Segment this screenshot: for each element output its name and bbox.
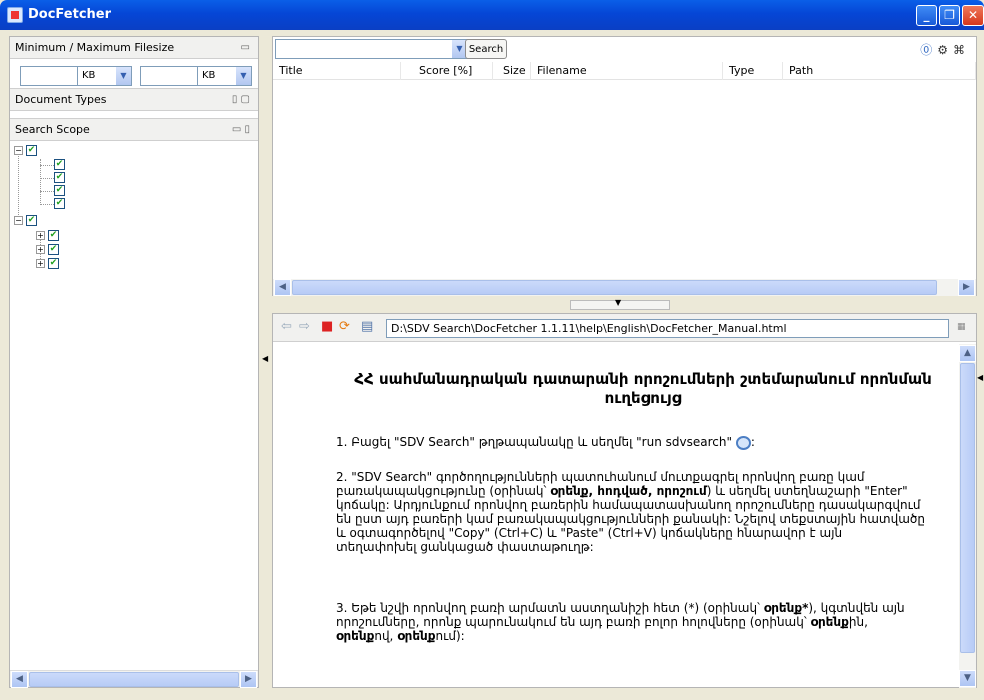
max-filesize-input[interactable] xyxy=(140,66,198,86)
text-mode-icon[interactable]: ▤ xyxy=(361,320,373,334)
tree-node[interactable]: ✔ xyxy=(54,158,68,172)
restore-section-icon[interactable]: ▯ ▢ xyxy=(232,89,250,111)
scroll-down-icon[interactable]: ▼ xyxy=(959,670,976,687)
scope-header: Search Scope ▭ ▯ xyxy=(10,119,258,141)
column-type[interactable]: Type xyxy=(723,62,783,80)
section-controls-icon[interactable]: ▭ ▯ xyxy=(232,119,250,141)
refresh-icon[interactable]: ⟳ xyxy=(339,320,350,334)
column-filename[interactable]: Filename xyxy=(531,62,723,80)
preview-splitter[interactable]: ▼ xyxy=(570,298,670,310)
expand-icon[interactable]: + xyxy=(36,231,45,240)
scrollbar-thumb[interactable] xyxy=(29,672,239,687)
column-path[interactable]: Path xyxy=(783,62,976,80)
min-unit-value: KB xyxy=(82,70,96,81)
column-score[interactable]: Score [%] xyxy=(401,62,493,80)
min-filesize-input[interactable] xyxy=(20,66,78,86)
collapse-down-icon[interactable]: ▼ xyxy=(615,298,621,307)
address-field[interactable]: D:\SDV Search\DocFetcher 1.1.11\help\Eng… xyxy=(386,319,949,338)
tree-node[interactable]: − ✔ xyxy=(14,214,40,228)
paragraph-1: 1. Բացել "SDV Search" թղթապանակը և սեղմե… xyxy=(336,435,755,450)
max-unit-value: KB xyxy=(202,70,216,81)
preview-toolbar: ⇦ ⇨ ■ ⟳ ▤ D:\SDV Search\DocFetcher 1.1.1… xyxy=(273,314,976,342)
back-arrow-icon[interactable]: ⇦ xyxy=(281,320,292,334)
expand-icon[interactable]: + xyxy=(36,259,45,268)
collapse-icon[interactable]: − xyxy=(14,146,23,155)
max-unit-select[interactable]: KB ▼ xyxy=(197,66,252,86)
minimize-section-icon[interactable]: ▭ xyxy=(241,37,250,59)
tree-node[interactable]: + ✔ xyxy=(36,257,62,271)
doctypes-header-label: Document Types xyxy=(15,93,107,106)
checkbox-checked-icon[interactable]: ✔ xyxy=(26,145,37,156)
chevron-down-icon[interactable]: ▼ xyxy=(236,67,251,85)
tree-node[interactable]: + ✔ xyxy=(36,229,62,243)
close-button[interactable]: ✕ xyxy=(962,5,984,26)
results-table-header: Title Score [%] Size Filename Type Path xyxy=(273,62,976,80)
checkbox-checked-icon[interactable]: ✔ xyxy=(26,215,37,226)
compact-view-icon[interactable]: ⌘ xyxy=(953,43,970,57)
collapse-right-icon[interactable]: ◀ xyxy=(977,373,983,382)
search-input[interactable]: ▼ xyxy=(275,39,468,59)
doctypes-section xyxy=(10,111,258,119)
filesize-header: Minimum / Maximum Filesize ▭ xyxy=(10,37,258,59)
scroll-left-icon[interactable]: ◀ xyxy=(11,671,28,688)
preview-pane: ⇦ ⇨ ■ ⟳ ▤ D:\SDV Search\DocFetcher 1.1.1… xyxy=(272,313,977,688)
expand-icon[interactable]: + xyxy=(36,245,45,254)
checkbox-checked-icon[interactable]: ✔ xyxy=(48,230,59,241)
magnifier-icon xyxy=(735,435,751,450)
scroll-left-icon[interactable]: ◀ xyxy=(274,279,291,296)
column-title[interactable]: Title xyxy=(273,62,401,80)
document-viewer: ՀՀ սահմանադրական դատարանի որոշումների շտ… xyxy=(273,344,958,689)
doctypes-header[interactable]: Document Types ▯ ▢ xyxy=(10,89,258,111)
tree-node[interactable]: ✔ xyxy=(54,171,68,185)
checkbox-checked-icon[interactable]: ✔ xyxy=(48,244,59,255)
results-toolbar: ⓪⚙⌘ xyxy=(920,41,970,58)
tree-node[interactable]: − ✔ xyxy=(14,144,40,158)
left-horizontal-scrollbar[interactable]: ◀ ▶ xyxy=(10,670,258,688)
paragraph-3: 3. Եթե նշվի որոնվող բառի արմատն աստղանիշ… xyxy=(336,601,905,643)
settings-icon[interactable]: ⚙ xyxy=(937,43,953,57)
window-title: DocFetcher xyxy=(28,7,112,22)
maximize-button[interactable]: ❐ xyxy=(939,5,960,26)
app-logo-icon xyxy=(7,7,23,23)
help-icon[interactable]: ⓪ xyxy=(920,43,937,57)
preview-vertical-scrollbar[interactable]: ▲ ▼ xyxy=(959,344,976,688)
checkbox-checked-icon[interactable]: ✔ xyxy=(48,258,59,269)
checkbox-checked-icon[interactable]: ✔ xyxy=(54,159,65,170)
scroll-right-icon[interactable]: ▶ xyxy=(240,671,257,688)
chevron-down-icon[interactable]: ▼ xyxy=(116,67,131,85)
window-titlebar: DocFetcher _ ❐ ✕ xyxy=(0,0,984,30)
manual-heading: ՀՀ սահմանադրական դատարանի որոշումների շտ… xyxy=(354,370,932,407)
html-view-icon[interactable]: ▦ xyxy=(957,320,966,334)
scrollbar-thumb[interactable] xyxy=(960,363,975,653)
forward-arrow-icon[interactable]: ⇨ xyxy=(299,320,310,334)
checkbox-checked-icon[interactable]: ✔ xyxy=(54,185,65,196)
stop-icon[interactable]: ■ xyxy=(321,320,333,334)
results-pane: ▼ Search ⓪⚙⌘ Title Score [%] Size Filena… xyxy=(272,36,977,296)
tree-node[interactable]: ✔ xyxy=(54,184,68,198)
scope-header-label: Search Scope xyxy=(15,123,90,136)
sidebar-splitter[interactable]: ◀ xyxy=(259,36,271,688)
results-horizontal-scrollbar[interactable]: ◀ ▶ xyxy=(273,279,976,296)
tree-node[interactable]: + ✔ xyxy=(36,243,62,257)
scroll-up-icon[interactable]: ▲ xyxy=(959,345,976,362)
checkbox-checked-icon[interactable]: ✔ xyxy=(54,198,65,209)
filesize-header-label: Minimum / Maximum Filesize xyxy=(15,41,175,54)
paragraph-2: 2. "SDV Search" գործողությունների պատուհ… xyxy=(336,470,925,554)
scrollbar-thumb[interactable] xyxy=(292,280,937,295)
search-scope-tree: − ✔ ✔ ✔ ✔ ✔ − ✔ + ✔ + ✔ + ✔ xyxy=(10,141,258,681)
minimize-button[interactable]: _ xyxy=(916,5,937,26)
min-unit-select[interactable]: KB ▼ xyxy=(77,66,132,86)
filesize-section: KB ▼ KB ▼ xyxy=(10,59,258,89)
collapse-left-icon[interactable]: ◀ xyxy=(262,354,268,363)
search-button[interactable]: Search xyxy=(465,39,507,59)
scroll-right-icon[interactable]: ▶ xyxy=(958,279,975,296)
collapse-icon[interactable]: − xyxy=(14,216,23,225)
tree-node[interactable]: ✔ xyxy=(54,197,68,211)
column-size[interactable]: Size xyxy=(493,62,531,80)
checkbox-checked-icon[interactable]: ✔ xyxy=(54,172,65,183)
filter-sidebar: Minimum / Maximum Filesize ▭ KB ▼ KB ▼ D… xyxy=(9,36,259,688)
